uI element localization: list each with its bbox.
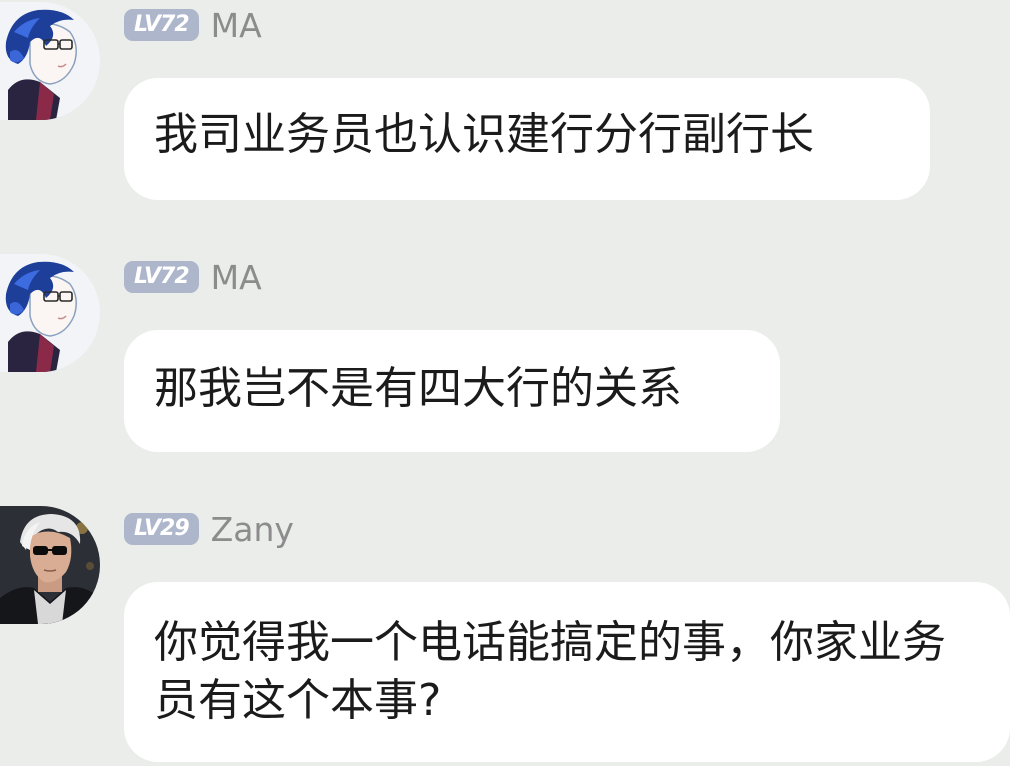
sunglasses-man-avatar-icon: [0, 506, 100, 624]
username[interactable]: MA: [211, 6, 262, 45]
user-avatar[interactable]: [0, 254, 100, 372]
message-bubble: 那我岂不是有四大行的关系: [124, 330, 780, 452]
level-badge: LV72: [124, 9, 199, 41]
level-badge: LV72: [124, 261, 199, 293]
message-bubble: 你觉得我一个电话能搞定的事，你家业务员有这个本事?: [124, 582, 1010, 762]
username[interactable]: Zany: [211, 510, 294, 549]
anime-boy-avatar-icon: [0, 254, 100, 372]
message-bubble: 我司业务员也认识建行分行副行长: [124, 78, 930, 200]
message-header: LV72 MA: [124, 258, 262, 297]
chat-message: LV72 MA 我司业务员也认识建行分行副行长: [0, 0, 1010, 210]
level-badge: LV29: [124, 513, 199, 545]
message-header: LV72 MA: [124, 6, 262, 45]
username[interactable]: MA: [211, 258, 262, 297]
anime-boy-avatar-icon: [0, 2, 100, 120]
user-avatar[interactable]: [0, 2, 100, 120]
chat-message: LV29 Zany 你觉得我一个电话能搞定的事，你家业务员有这个本事?: [0, 504, 1010, 766]
user-avatar[interactable]: [0, 506, 100, 624]
message-header: LV29 Zany: [124, 510, 294, 549]
chat-message: LV72 MA 那我岂不是有四大行的关系: [0, 252, 1010, 462]
